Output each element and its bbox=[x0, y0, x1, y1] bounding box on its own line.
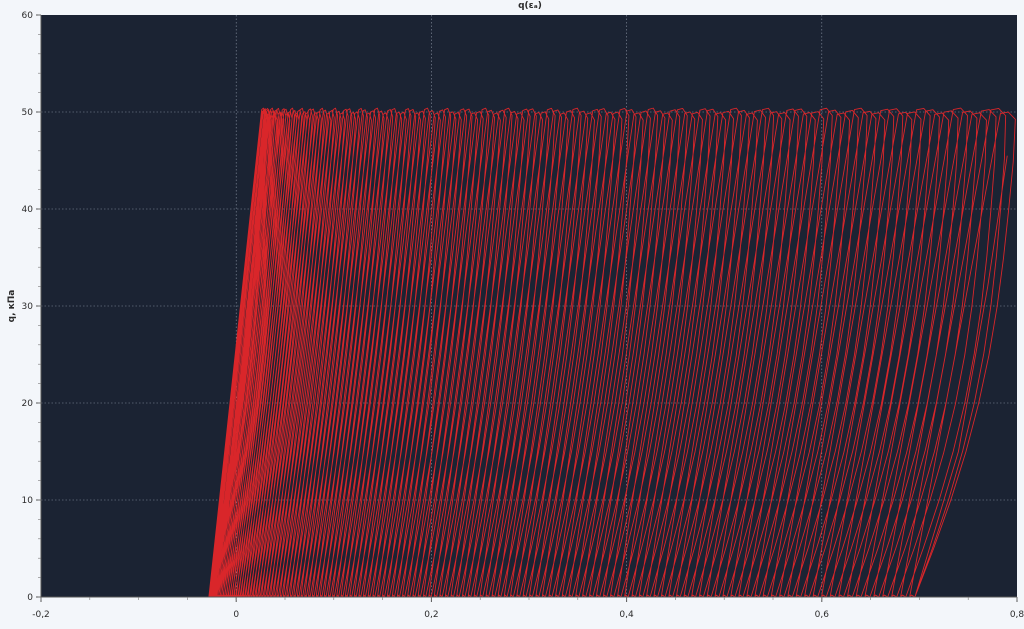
y-tick-label: 30 bbox=[22, 302, 34, 312]
x-tick-label: 0,4 bbox=[619, 610, 634, 620]
chart-svg: -0,2 0 0,2 0,4 0,6 0,8 0 10 20 30 40 50 60 q(εₐ) q, … bbox=[0, 0, 1024, 629]
chart-title: q(εₐ) bbox=[518, 1, 542, 11]
y-tick-label: 20 bbox=[22, 399, 34, 409]
y-tick-label: 0 bbox=[27, 593, 33, 603]
x-tick-label: 0,2 bbox=[424, 610, 438, 620]
x-tick-label: -0,2 bbox=[32, 610, 50, 620]
y-tick-label: 60 bbox=[22, 11, 34, 21]
x-tick-label: 0,8 bbox=[1010, 610, 1024, 620]
chart: -0,2 0 0,2 0,4 0,6 0,8 0 10 20 30 40 50 60 q(εₐ) q, … bbox=[0, 0, 1024, 629]
x-tick-label: 0 bbox=[233, 610, 239, 620]
y-tick-label: 50 bbox=[22, 108, 34, 118]
x-tick-label: 0,6 bbox=[815, 610, 830, 620]
y-tick-label: 10 bbox=[22, 496, 34, 506]
y-axis-label: q, кПа bbox=[7, 290, 17, 323]
y-tick-label: 40 bbox=[22, 205, 34, 215]
